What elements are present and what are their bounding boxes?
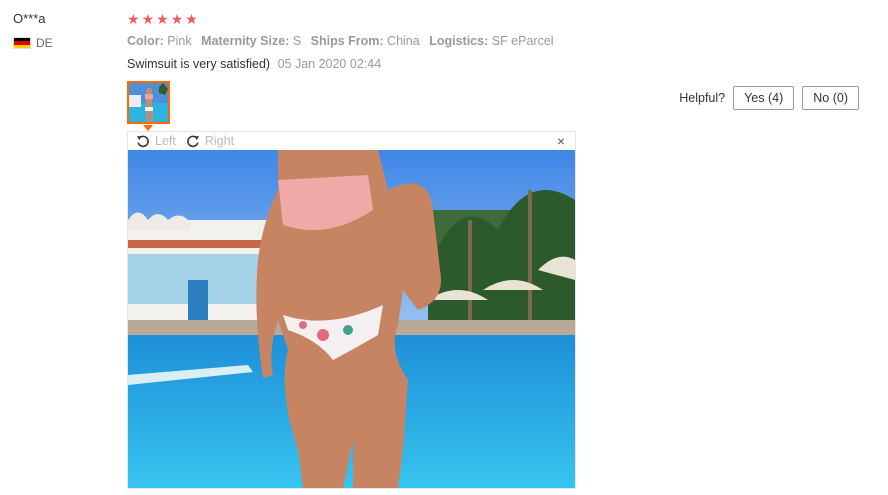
review-date: 05 Jan 2020 02:44 <box>277 57 382 71</box>
review-photo-image <box>128 150 575 488</box>
helpful-yes-button[interactable]: Yes (4) <box>733 86 795 110</box>
rotate-right-icon <box>187 135 200 148</box>
helpful-vote: Helpful? Yes (4) No (0) <box>679 86 859 110</box>
attribute-size: Maternity Size: S <box>201 34 302 48</box>
rotate-left-label: Left <box>155 134 176 148</box>
attribute-color: Color: Pink <box>127 34 192 48</box>
photo-viewer: Left Right × <box>127 131 576 489</box>
star-icon: ★ <box>141 11 155 27</box>
rating-stars: ★ ★ ★ ★ ★ <box>127 11 198 27</box>
photo-viewer-toolbar: Left Right × <box>128 132 575 150</box>
rotate-right-button[interactable]: Right <box>186 134 234 148</box>
helpful-label: Helpful? <box>679 91 726 105</box>
country-code: DE <box>36 36 53 50</box>
star-icon: ★ <box>185 11 198 27</box>
rotate-right-label: Right <box>204 134 235 148</box>
review-text: Swimsuit is very satisfied) <box>127 57 271 71</box>
star-icon: ★ <box>127 11 140 27</box>
review-photo <box>128 150 575 488</box>
rotate-left-icon <box>136 135 149 148</box>
attribute-logistics: Logistics: SF eParcel <box>429 34 554 48</box>
reviewer-country: DE <box>13 36 53 50</box>
rotate-left-button[interactable]: Left <box>136 134 176 148</box>
review-body: Swimsuit is very satisfied) 05 Jan 2020 … <box>127 57 381 71</box>
star-icon: ★ <box>156 11 169 27</box>
star-icon: ★ <box>170 11 184 27</box>
thumbnail-photo-icon <box>129 83 168 122</box>
germany-flag-icon <box>13 37 31 49</box>
review-photo-thumbnail[interactable] <box>127 81 170 124</box>
helpful-no-button[interactable]: No (0) <box>802 86 859 110</box>
review-item: O***a DE ★ ★ ★ ★ ★ Color: Pink Maternity… <box>0 0 888 495</box>
attribute-ships-from: Ships From: China <box>310 34 420 48</box>
order-attributes: Color: Pink Maternity Size: S Ships From… <box>127 34 560 48</box>
close-icon[interactable]: × <box>557 133 565 149</box>
reviewer-name: O***a <box>13 11 46 26</box>
